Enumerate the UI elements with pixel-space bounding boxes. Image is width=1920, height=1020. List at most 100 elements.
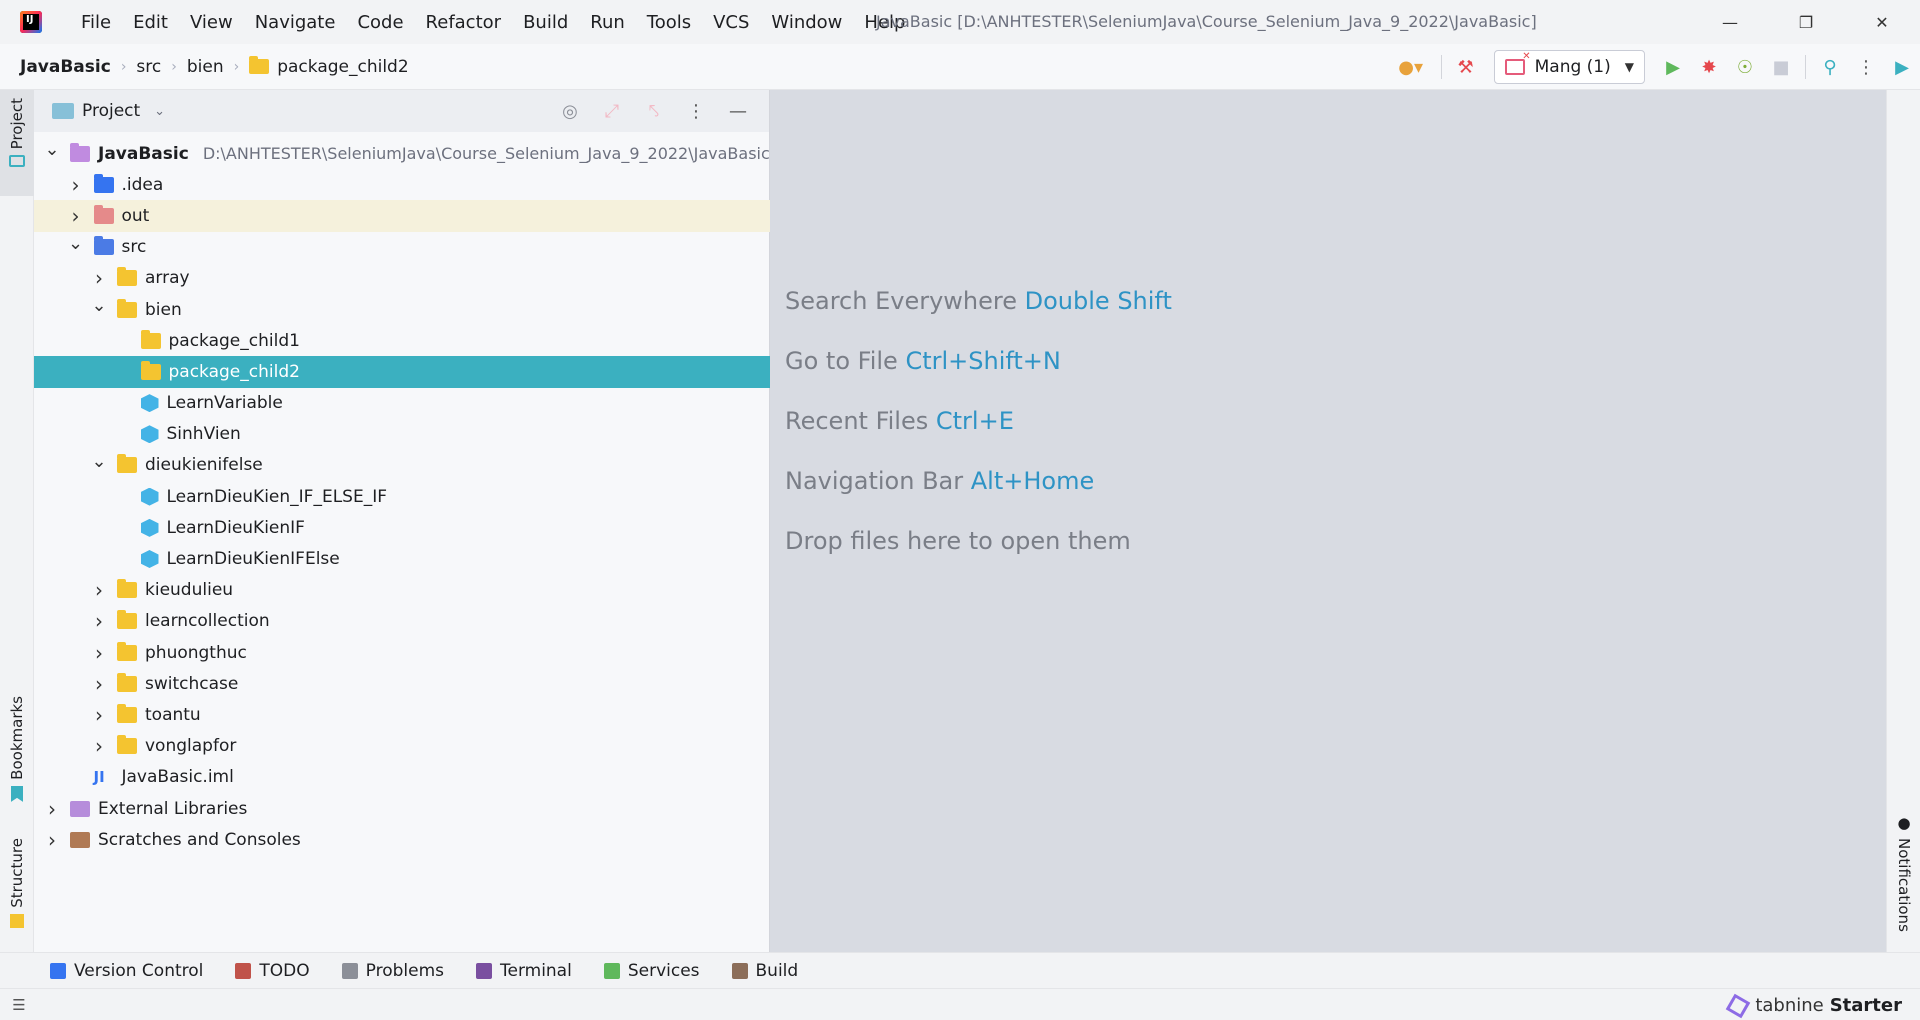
menu-tools[interactable]: Tools [636, 12, 702, 33]
tree-node[interactable]: ›LearnDieuKienIFElse [34, 543, 770, 574]
tree-node[interactable]: › vonglapfor [34, 731, 770, 762]
chevron-right-icon[interactable]: › [91, 266, 107, 290]
bottom-tab-problems[interactable]: Problems [341, 961, 444, 981]
menu-code[interactable]: Code [346, 12, 414, 33]
stop-icon[interactable]: ■ [1763, 49, 1799, 85]
menu-view[interactable]: View [179, 12, 244, 33]
minimize-icon[interactable]: — [1692, 0, 1768, 44]
tree-node[interactable]: › External Libraries [34, 793, 770, 824]
bottom-tab-build[interactable]: Build [731, 961, 798, 981]
tree-node[interactable]: ›LearnVariable [34, 388, 770, 419]
coverage-icon[interactable]: ☉ [1727, 49, 1763, 85]
scratches-icon [70, 831, 90, 848]
chevron-down-icon[interactable]: ⌄ [68, 233, 84, 254]
users-icon[interactable]: ●▾ [1387, 49, 1435, 85]
breadcrumb-separator: › [233, 58, 240, 75]
hint-shortcut: Alt+Home [970, 467, 1095, 495]
intellij-logo-icon[interactable]: IJ [20, 11, 42, 33]
hide-panel-icon[interactable]: — [717, 90, 759, 132]
tree-node[interactable]: ›package_child1 [34, 325, 770, 356]
chevron-right-icon[interactable]: › [91, 703, 107, 727]
tree-node[interactable]: › switchcase [34, 668, 770, 699]
menu-refactor[interactable]: Refactor [415, 12, 513, 33]
tree-node[interactable]: ⌄ bien [34, 294, 770, 325]
tabnine-status[interactable]: tabnine Starter [1726, 993, 1902, 1018]
tree-node[interactable]: › array [34, 263, 770, 294]
tree-node-label: External Libraries [98, 798, 248, 819]
tree-node[interactable]: ›LearnDieuKien_IF_ELSE_IF [34, 481, 770, 512]
tree-node[interactable]: ›package_child2 [34, 356, 770, 388]
tree-node-label: src [121, 237, 147, 258]
bottom-tab-terminal[interactable]: Terminal [475, 960, 572, 981]
tree-node[interactable]: › Scratches and Consoles [34, 824, 770, 855]
options-icon[interactable]: ⋮ [675, 90, 717, 132]
tree-node[interactable]: › learncollection [34, 606, 770, 637]
menu-edit[interactable]: Edit [122, 12, 179, 33]
chevron-down-icon[interactable]: ⌄ [44, 139, 60, 160]
tabnine-assistant-icon[interactable]: ▶ [1884, 49, 1920, 85]
tool-tab-project[interactable]: Project [0, 90, 34, 196]
debug-icon[interactable]: ✸ [1691, 49, 1727, 85]
locate-file-icon[interactable]: ◎ [549, 90, 591, 132]
tree-node-label: kieudulieu [145, 580, 234, 601]
search-icon[interactable]: ⚲ [1812, 49, 1848, 85]
run-icon[interactable]: ▶ [1655, 49, 1691, 85]
tree-node[interactable]: › phuongthuc [34, 637, 770, 668]
chevron-right-icon[interactable]: › [91, 672, 107, 696]
menu-window[interactable]: Window [760, 12, 853, 33]
chevron-right-icon[interactable]: › [91, 609, 107, 633]
tree-node[interactable]: ⌄ JavaBasic D:\ANHTESTER\SeleniumJava\Cour… [34, 138, 770, 169]
tree-node[interactable]: › kieudulieu [34, 575, 770, 606]
bottom-tab-todo[interactable]: TODO [235, 961, 310, 981]
tree-node[interactable]: › .idea [34, 169, 770, 200]
restore-icon[interactable]: ❐ [1768, 0, 1844, 44]
problems-icon [341, 962, 358, 979]
chevron-down-icon[interactable]: ⌄ [91, 295, 107, 316]
chevron-right-icon[interactable]: › [91, 641, 107, 665]
menu-navigate[interactable]: Navigate [244, 12, 347, 33]
collapse-all-icon[interactable]: ⤣ [633, 90, 675, 132]
menu-vcs[interactable]: VCS [702, 12, 760, 33]
breadcrumb-item-src[interactable]: src [136, 57, 161, 77]
tool-tab-structure[interactable]: Structure [0, 838, 34, 928]
breadcrumb-item-project[interactable]: JavaBasic [20, 57, 111, 77]
expand-all-icon[interactable]: ⤢ [591, 90, 633, 132]
bottom-tab-label: Terminal [499, 960, 572, 981]
bell-icon: ● [1897, 814, 1911, 832]
tree-node[interactable]: ›SinhVien [34, 419, 770, 450]
package-folder-icon [117, 454, 137, 474]
tree-node[interactable]: ⌄ dieukienifelse [34, 450, 770, 481]
chevron-right-icon[interactable]: › [68, 173, 84, 197]
tree-node[interactable]: ›JIJavaBasic.iml [34, 762, 770, 793]
chevron-right-icon[interactable]: › [68, 204, 84, 228]
structure-icon [10, 913, 24, 928]
chevron-right-icon[interactable]: › [44, 797, 60, 821]
editor-empty-area[interactable]: Search Everywhere Double Shift Go to File… [770, 90, 1886, 952]
title-bar: IJ File Edit View Navigate Code Refactor Build… [0, 0, 1920, 44]
menu-build[interactable]: Build [512, 12, 579, 33]
build-hammer-icon[interactable]: ⚒ [1448, 49, 1484, 85]
chevron-right-icon[interactable]: › [91, 578, 107, 602]
tool-tab-notifications[interactable]: ● Notifications [1887, 814, 1920, 932]
project-view-selector[interactable]: Project [82, 101, 140, 121]
tree-node[interactable]: ⌄ src [34, 232, 770, 263]
tree-node[interactable]: › out [34, 200, 770, 232]
chevron-down-icon[interactable]: ⌄ [91, 451, 107, 472]
chevron-right-icon[interactable]: › [44, 828, 60, 852]
breadcrumb-item-package[interactable]: package_child2 [249, 56, 409, 77]
tool-tab-bookmarks[interactable]: Bookmarks [0, 696, 34, 802]
close-icon[interactable]: ✕ [1844, 0, 1920, 44]
module-folder-icon [70, 142, 90, 162]
tree-node[interactable]: ›LearnDieuKienIF [34, 512, 770, 543]
layers-icon[interactable]: ☰ [10, 996, 28, 1014]
run-configuration-select[interactable]: Mang (1) ▼ [1493, 50, 1645, 84]
more-options-icon[interactable]: ⋮ [1848, 49, 1884, 85]
breadcrumb-item-bien[interactable]: bien [187, 57, 224, 77]
bottom-tab-version-control[interactable]: Version Control [50, 961, 203, 981]
tree-node[interactable]: › toantu [34, 699, 770, 730]
chevron-down-icon[interactable]: ⌄ [154, 104, 165, 119]
menu-run[interactable]: Run [579, 12, 636, 33]
chevron-right-icon[interactable]: › [91, 734, 107, 758]
bottom-tab-services[interactable]: Services [603, 961, 700, 981]
menu-file[interactable]: File [70, 12, 122, 33]
